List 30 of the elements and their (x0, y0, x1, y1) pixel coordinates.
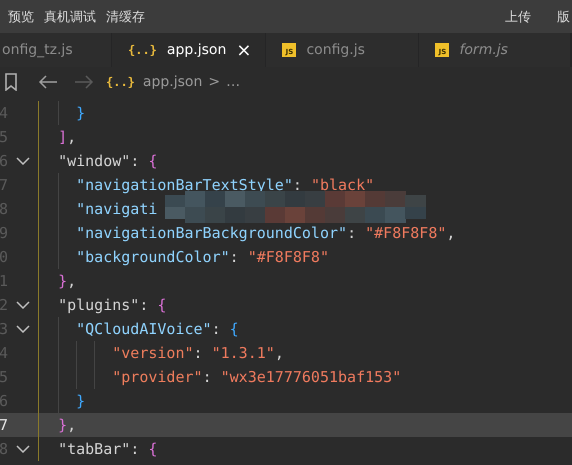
toolbar-button[interactable]: 真机调试 (44, 8, 96, 26)
tab-label: onfig_tz.js (2, 42, 73, 58)
breadcrumb-item[interactable]: app.json (142, 74, 202, 90)
code-line: }, (38, 269, 76, 293)
code-line: }, (38, 413, 76, 437)
json-file-icon: {..} (106, 75, 135, 89)
code-line: "backgroundColor": "#F8F8F8" (38, 245, 329, 269)
breadcrumb-item[interactable]: … (226, 74, 240, 90)
line-number: 7 (0, 416, 8, 434)
json-file-icon: {..} (128, 43, 157, 57)
toolbar-button[interactable]: 预览 (8, 8, 34, 26)
breadcrumb-separator: > (208, 74, 220, 90)
code-line: "window": { (38, 149, 158, 173)
code-line: } (38, 101, 86, 125)
code-line: "plugins": { (38, 293, 166, 317)
toolbar-button[interactable]: 清缓存 (106, 8, 145, 26)
close-icon[interactable]: × (236, 40, 252, 60)
editor-tab[interactable]: {..} app.json × (112, 33, 266, 67)
code-line: "QCloudAIVoice": { (38, 317, 239, 341)
code-line: "tabBar": { (38, 437, 158, 461)
tab-label: config.js (306, 42, 365, 58)
editor-tab[interactable]: onfig_tz.js (0, 33, 112, 67)
code-line: "provider": "wx3e17776051baf153" (38, 365, 402, 389)
toolbar-button[interactable]: 版 (557, 8, 570, 26)
code-line: "navigati (38, 197, 158, 221)
code-line: "version": "1.3.1", (38, 341, 284, 365)
code-line: ], (38, 125, 76, 149)
tab-label: app.json (166, 42, 226, 58)
tab-label: form.js (459, 42, 508, 58)
toolbar-button[interactable]: 上传 (505, 8, 531, 26)
